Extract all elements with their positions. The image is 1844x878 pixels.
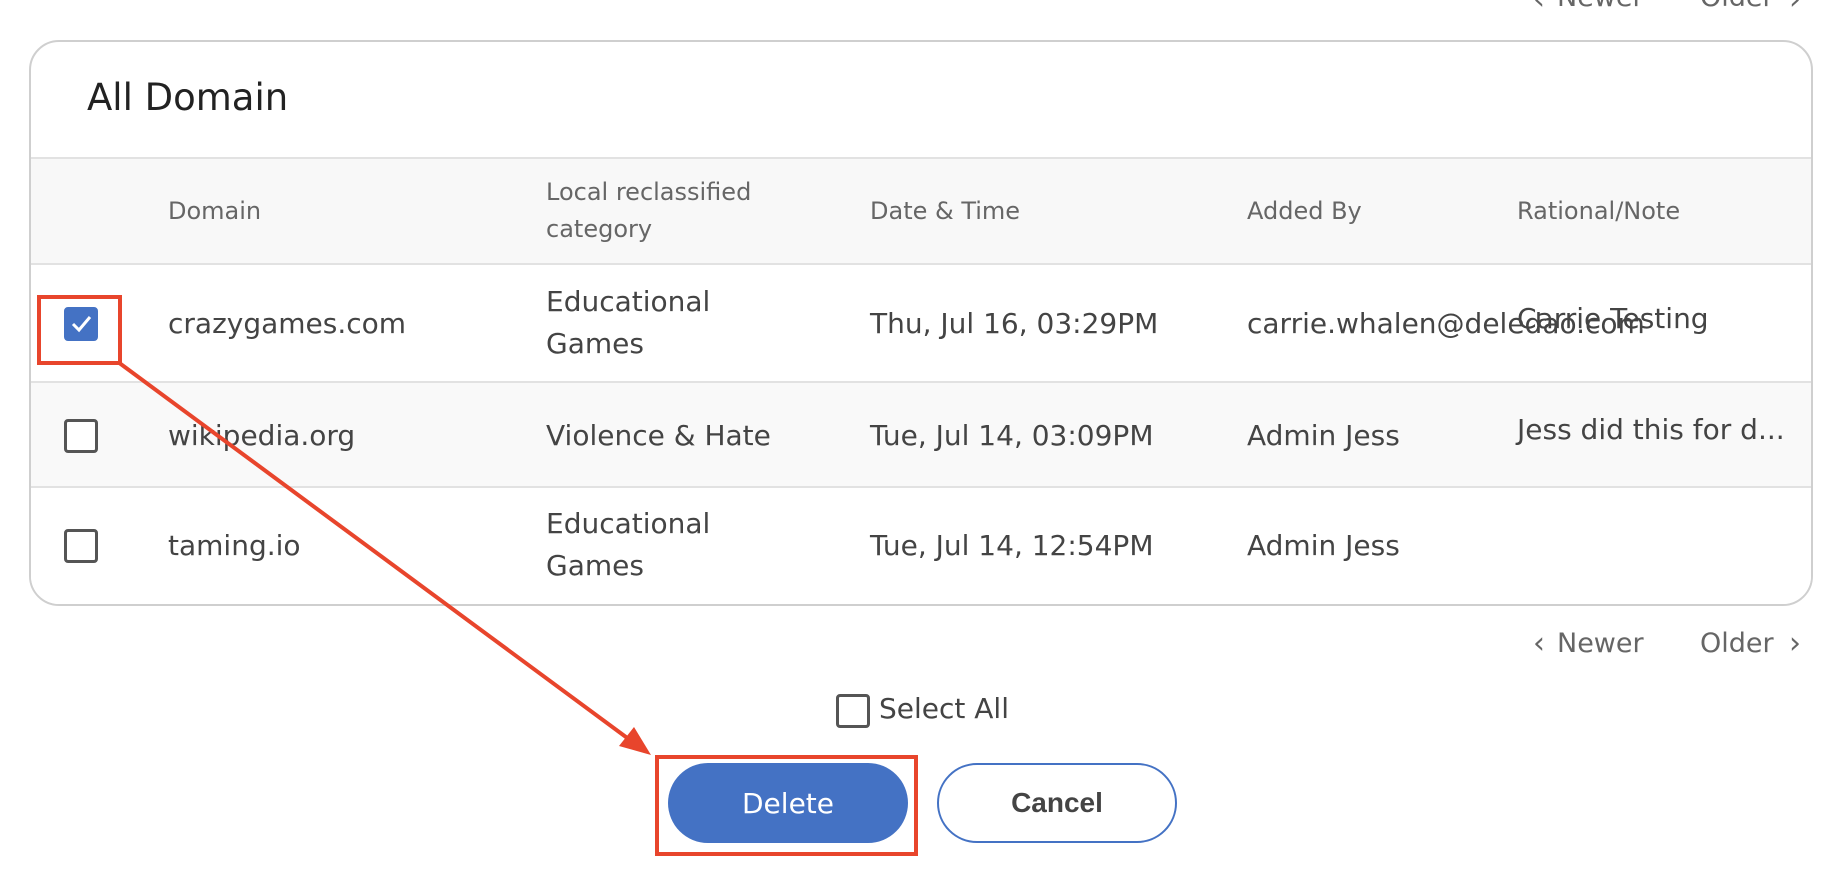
annotation-arrow <box>116 360 651 755</box>
